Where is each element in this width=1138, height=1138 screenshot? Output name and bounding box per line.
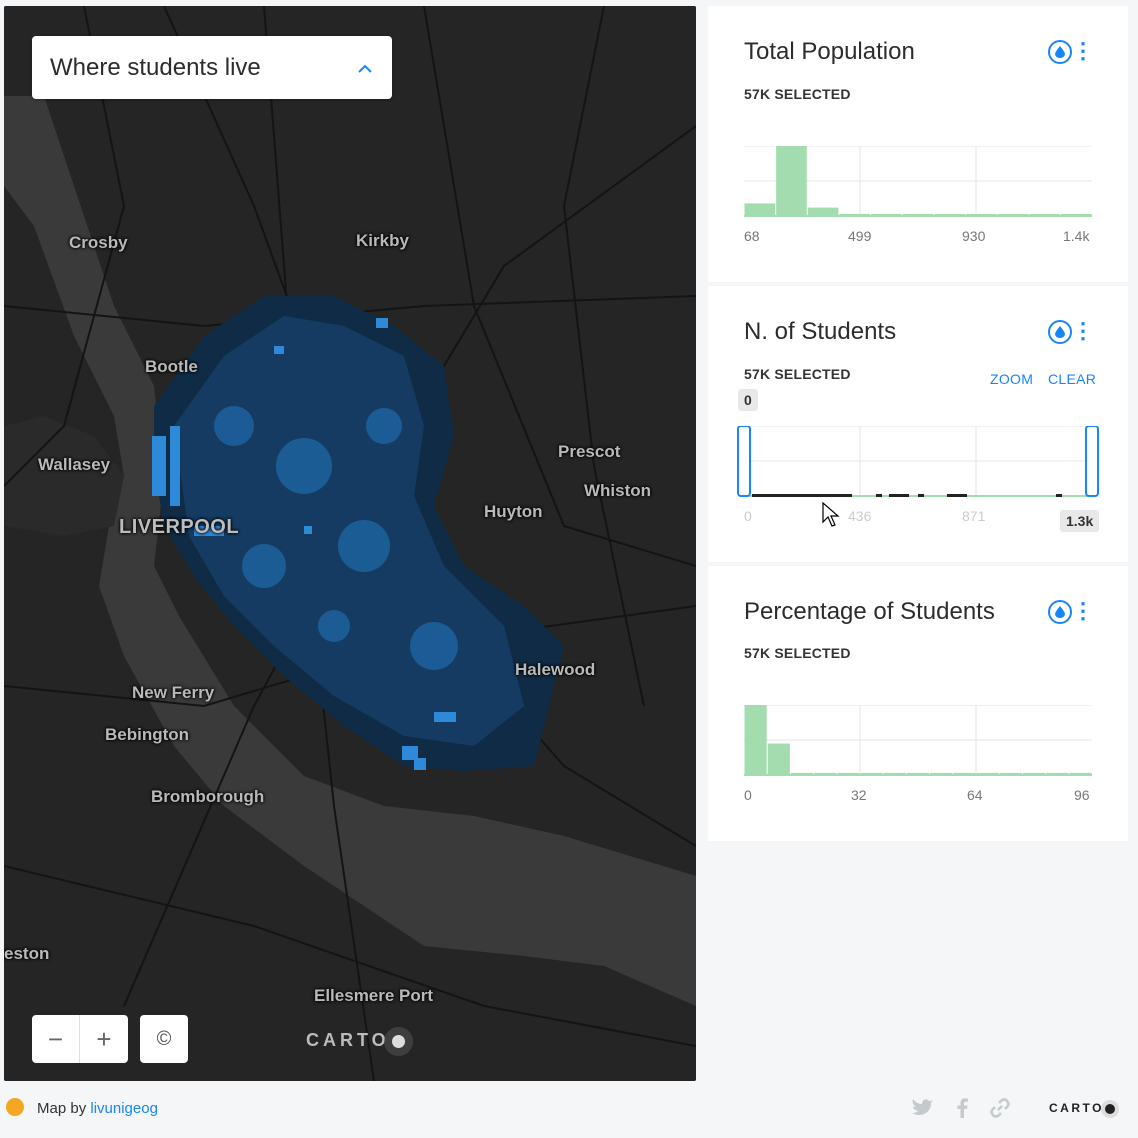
zoom-in-button[interactable]: + bbox=[80, 1015, 128, 1063]
axis-tick: 436 bbox=[848, 508, 872, 524]
range-handle-right bbox=[1085, 426, 1099, 497]
twitter-icon[interactable] bbox=[912, 1098, 934, 1121]
footer-prefix: Map by bbox=[37, 1100, 87, 1117]
histogram-bar[interactable] bbox=[767, 743, 790, 776]
more-options-icon[interactable]: ⋮ bbox=[1072, 40, 1094, 62]
place-label: Prescot bbox=[558, 442, 621, 461]
place-label: Halewood bbox=[515, 660, 596, 679]
attribution-button[interactable]: © bbox=[140, 1015, 188, 1063]
selected-count: 57K SELECTED bbox=[744, 366, 851, 382]
histogram[interactable] bbox=[744, 146, 1092, 220]
axis-tick: 0 bbox=[744, 508, 752, 524]
histogram-bar[interactable] bbox=[744, 705, 767, 775]
place-label: Huyton bbox=[484, 502, 543, 521]
place-label: Whiston bbox=[584, 481, 652, 500]
histogram-bar[interactable] bbox=[776, 146, 807, 216]
place-label: Bromborough bbox=[151, 787, 265, 806]
range-min-label: 0 bbox=[738, 389, 758, 411]
widget-title: N. of Students bbox=[744, 318, 897, 345]
link-icon[interactable] bbox=[990, 1098, 1010, 1123]
color-drop-icon[interactable] bbox=[1048, 600, 1072, 624]
histogram-bar[interactable] bbox=[807, 207, 839, 216]
axis-tick: 32 bbox=[851, 787, 867, 803]
place-label: Bebington bbox=[105, 725, 190, 744]
axis-tick: 499 bbox=[848, 228, 872, 244]
zoom-link[interactable]: ZOOM bbox=[990, 371, 1033, 387]
cursor-icon bbox=[822, 501, 840, 533]
more-options-icon[interactable]: ⋮ bbox=[1072, 320, 1094, 342]
carto-map-logo: CARTO bbox=[306, 1030, 405, 1051]
place-label: Crosby bbox=[69, 233, 128, 252]
map-title-box[interactable]: Where students live bbox=[32, 36, 392, 99]
widget-percentage-of-students: Percentage of Students ⋮ 57K SELECTED 0 … bbox=[708, 566, 1128, 841]
range-max-label: 1.3k bbox=[1060, 510, 1100, 532]
place-label: Bootle bbox=[145, 357, 198, 376]
axis-tick: 64 bbox=[967, 787, 983, 803]
axis-tick: 930 bbox=[962, 228, 986, 244]
facebook-icon[interactable] bbox=[956, 1098, 968, 1123]
histogram-bar[interactable] bbox=[744, 203, 776, 216]
axis-tick: 0 bbox=[744, 787, 752, 803]
selected-count: 57K SELECTED bbox=[744, 86, 851, 102]
place-label: LIVERPOOL bbox=[119, 516, 240, 538]
axis-tick: 1.4k bbox=[1063, 228, 1090, 244]
range-histogram[interactable] bbox=[736, 426, 1100, 500]
selected-count: 57K SELECTED bbox=[744, 645, 851, 661]
widget-title: Percentage of Students bbox=[744, 598, 995, 625]
axis-tick: 871 bbox=[962, 508, 986, 524]
map-canvas[interactable]: Crosby Kirkby Bootle Wallasey Prescot Wh… bbox=[4, 6, 696, 1081]
zoom-out-button[interactable]: − bbox=[32, 1015, 80, 1063]
clear-link[interactable]: CLEAR bbox=[1048, 371, 1096, 387]
zoom-control: − + bbox=[32, 1015, 128, 1063]
place-label: eston bbox=[4, 944, 50, 963]
range-handle-left bbox=[737, 426, 751, 497]
widget-n-of-students: N. of Students ⋮ 57K SELECTED ZOOM CLEAR… bbox=[708, 286, 1128, 562]
map-basemap bbox=[4, 6, 696, 1081]
axis-tick: 96 bbox=[1074, 787, 1090, 803]
map-title: Where students live bbox=[50, 53, 261, 81]
footer-credit: Map by livunigeog bbox=[37, 1100, 158, 1117]
chevron-up-icon[interactable] bbox=[358, 57, 372, 78]
builder-logo-icon bbox=[6, 1098, 24, 1116]
color-drop-icon[interactable] bbox=[1048, 40, 1072, 64]
histogram[interactable] bbox=[744, 705, 1092, 779]
place-label: Wallasey bbox=[38, 455, 111, 474]
place-label: New Ferry bbox=[132, 683, 215, 702]
color-drop-icon[interactable] bbox=[1048, 320, 1072, 344]
axis-tick: 68 bbox=[744, 228, 760, 244]
place-label: Ellesmere Port bbox=[314, 986, 434, 1005]
more-options-icon[interactable]: ⋮ bbox=[1072, 600, 1094, 622]
widget-title: Total Population bbox=[744, 38, 915, 65]
widget-total-population: Total Population ⋮ 57K SELECTED 68 499 9… bbox=[708, 6, 1128, 282]
carto-footer-logo[interactable]: CARTO bbox=[1049, 1101, 1115, 1115]
author-link[interactable]: livunigeog bbox=[90, 1100, 158, 1117]
place-label: Kirkby bbox=[356, 231, 409, 250]
